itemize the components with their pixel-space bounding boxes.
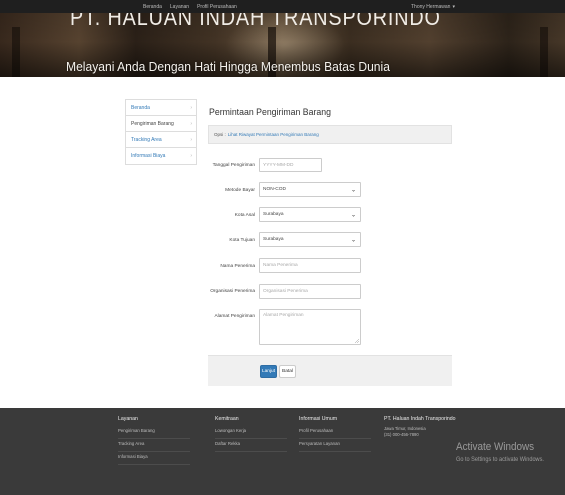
kota-tujuan-value: Surabaya: [263, 237, 284, 242]
hero-tagline: Melayani Anda Dengan Hati Hingga Menembu…: [66, 59, 390, 74]
footer-link[interactable]: Tracking Area: [118, 439, 190, 452]
tanggal-label: Tanggal Pengiriman: [212, 163, 255, 168]
alamat-placeholder: Alamat Pengiriman: [263, 313, 304, 318]
user-name: Thony Hermawan: [411, 3, 451, 10]
nama-label: Nama Penerima: [220, 264, 255, 269]
footer-link[interactable]: Lowongan Kerja: [215, 426, 287, 439]
resize-grip-icon[interactable]: [355, 339, 359, 343]
tanggal-input[interactable]: YYYY-MM-DD: [259, 158, 322, 172]
footer-col-layanan: Layanan Pengiriman Barang Tracking Area …: [118, 416, 190, 465]
footer-heading: Informasi Umum: [299, 416, 338, 422]
options-bar: Opsi : Lihat Riwayat Permintaan Pengirim…: [208, 125, 452, 144]
footer-col-company: PT. Haluan Indah Transporindo Jawa Timur…: [384, 416, 456, 438]
footer-col-kemitraan: Kemitraan Lowongan Kerja Daftar Rekka: [215, 416, 287, 452]
sidebar-item-informasi-biaya[interactable]: Informasi Biaya ›: [126, 148, 196, 164]
kota-asal-select[interactable]: Surabaya ⌄: [259, 207, 361, 222]
chevron-down-icon: ⌄: [350, 237, 356, 243]
user-menu[interactable]: Thony Hermawan ▾: [411, 0, 455, 13]
organisasi-input[interactable]: Organisasi Penerima: [259, 284, 361, 299]
nav-link-beranda[interactable]: Beranda: [143, 4, 162, 10]
sidebar-item-beranda[interactable]: Beranda ›: [126, 100, 196, 116]
footer-link[interactable]: Persyaratan Layanan: [299, 439, 371, 452]
chevron-down-icon: ▾: [452, 3, 455, 10]
chevron-down-icon: ⌄: [350, 212, 356, 218]
hero-title: PT. HALUAN INDAH TRANSPORINDO: [70, 13, 441, 30]
sidebar-item-label: Informasi Biaya: [131, 153, 166, 159]
top-navbar: Beranda Layanan Profil Perusahaan Thony …: [0, 0, 565, 13]
history-link[interactable]: Lihat Riwayat Permintaan Pengiriman Bara…: [228, 132, 319, 137]
kota-asal-label: Kota Asal: [234, 213, 255, 218]
kota-tujuan-label: Kota Tujuan: [229, 238, 255, 243]
chevron-down-icon: ⌄: [350, 187, 356, 193]
nav-link-profil[interactable]: Profil Perusahaan: [197, 4, 237, 10]
metode-select[interactable]: NON-COD ⌄: [259, 182, 361, 197]
sidebar-item-label: Tracking Area: [131, 136, 162, 143]
alamat-textarea[interactable]: Alamat Pengiriman: [259, 309, 361, 345]
footer-link[interactable]: Pengiriman Barang: [118, 426, 190, 439]
sidebar-item-tracking-area[interactable]: Tracking Area ›: [126, 132, 196, 148]
chevron-right-icon: ›: [190, 104, 192, 111]
sidebar-item-label: Beranda: [131, 104, 150, 111]
metode-value: NON-COD: [263, 187, 286, 192]
chevron-right-icon: ›: [190, 153, 192, 159]
footer-heading: PT. Haluan Indah Transporindo: [384, 416, 456, 422]
footer-link[interactable]: Informasi Biaya: [118, 452, 190, 465]
nama-placeholder: Nama Penerima: [263, 263, 298, 268]
sidebar-item-label: Pengiriman Barang: [131, 120, 174, 127]
chevron-right-icon: ›: [190, 136, 192, 143]
cancel-button[interactable]: Batal: [279, 365, 296, 378]
watermark-subtitle: Go to Settings to activate Windows.: [456, 456, 544, 463]
sidebar-item-pengiriman-barang[interactable]: Pengiriman Barang ›: [126, 116, 196, 132]
nav-link-layanan[interactable]: Layanan: [170, 4, 189, 10]
organisasi-placeholder: Organisasi Penerima: [263, 289, 308, 294]
chevron-right-icon: ›: [190, 120, 192, 127]
hero-banner: PT. HALUAN INDAH TRANSPORINDO Melayani A…: [0, 13, 565, 77]
sidebar-menu: Beranda › Pengiriman Barang › Tracking A…: [125, 99, 197, 165]
alamat-label: Alamat Pengiriman: [214, 314, 255, 319]
footer-link[interactable]: Profil Perusahaan: [299, 426, 371, 439]
nama-input[interactable]: Nama Penerima: [259, 258, 361, 273]
form-actions: Lanjut Batal: [208, 355, 452, 386]
nav-links: Beranda Layanan Profil Perusahaan: [143, 0, 237, 13]
options-label: Opsi :: [214, 132, 226, 137]
kota-asal-value: Surabaya: [263, 212, 284, 217]
metode-label: Metode Bayar: [225, 188, 255, 193]
kota-tujuan-select[interactable]: Surabaya ⌄: [259, 232, 361, 247]
footer-link[interactable]: Daftar Rekka: [215, 439, 287, 452]
watermark-title: Activate Windows: [456, 441, 535, 453]
submit-button[interactable]: Lanjut: [260, 365, 277, 378]
page-title: Permintaan Pengiriman Barang: [209, 107, 331, 118]
footer-heading: Kemitraan: [215, 416, 239, 422]
tanggal-placeholder: YYYY-MM-DD: [263, 162, 294, 168]
company-phone: (31) 000-456-7890: [384, 432, 419, 437]
activate-windows-watermark: Activate Windows Go to Settings to activ…: [456, 441, 554, 463]
footer-col-informasi: Informasi Umum Profil Perusahaan Persyar…: [299, 416, 371, 452]
organisasi-label: Organisasi Penerima: [210, 289, 255, 294]
footer-heading: Layanan: [118, 416, 138, 422]
